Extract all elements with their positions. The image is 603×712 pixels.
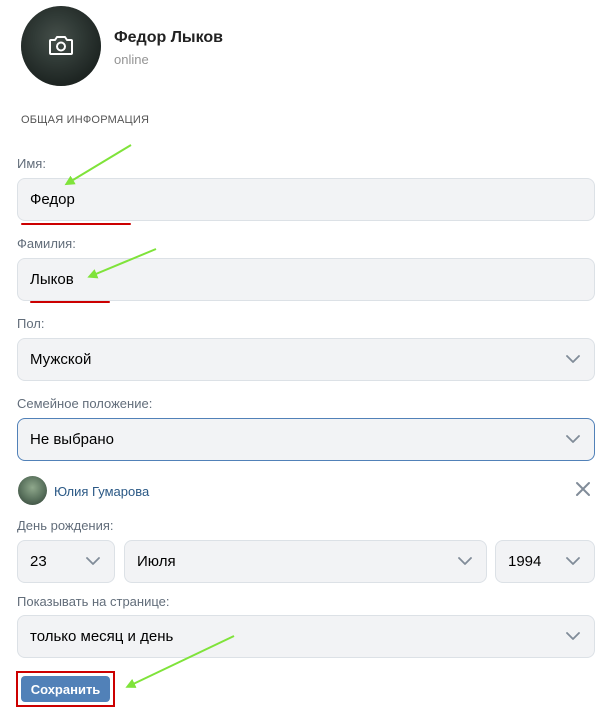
annotation-arrow-first-name [64, 144, 132, 186]
annotation-arrow-save [125, 635, 235, 688]
annotation-arrow-last-name [87, 248, 157, 279]
annotation-arrows [64, 144, 235, 688]
